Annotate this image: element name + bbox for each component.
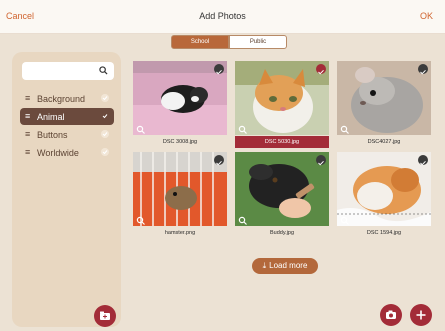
ok-button[interactable]: OK [420, 11, 433, 21]
check-icon[interactable] [316, 155, 326, 166]
top-bar: Cancel Add Photos OK [0, 0, 445, 34]
check-icon[interactable] [214, 155, 224, 166]
photo-caption: Buddy.jpg [269, 230, 295, 236]
category-item-worldwide[interactable]: ≡ Worldwide [20, 144, 114, 161]
photo-thumbnail [337, 152, 431, 226]
zoom-icon[interactable] [238, 122, 248, 134]
check-icon [101, 112, 109, 120]
segment-bar: School Public [0, 34, 445, 52]
photo-thumbnail [235, 61, 329, 135]
segment-school[interactable]: School [171, 35, 229, 49]
category-item-buttons[interactable]: ≡ Buttons [20, 126, 114, 143]
category-item-background[interactable]: ≡ Background [20, 90, 114, 107]
category-label: Animal [37, 112, 65, 122]
camera-icon [386, 310, 396, 319]
category-item-animal[interactable]: ≡ Animal [20, 108, 114, 125]
photo-thumbnail [133, 152, 227, 226]
photo-thumbnail [133, 61, 227, 135]
zoom-icon[interactable] [136, 213, 146, 225]
photo-thumbnail [337, 61, 431, 135]
zoom-icon[interactable] [340, 213, 350, 225]
check-icon [101, 130, 109, 138]
segment-public[interactable]: Public [229, 35, 287, 49]
check-icon [101, 94, 109, 102]
photo-thumbnail [235, 152, 329, 226]
check-icon[interactable] [316, 64, 326, 75]
photo-caption: DSC 5030.jpg [235, 136, 329, 148]
add-button[interactable] [410, 304, 432, 326]
photo-caption: DSC 3008.jpg [162, 139, 198, 145]
zoom-icon[interactable] [238, 213, 248, 225]
photo-caption: DSC4027.jpg [367, 139, 401, 145]
check-icon[interactable] [418, 64, 428, 75]
page-title: Add Photos [199, 11, 246, 21]
camera-button[interactable] [380, 304, 402, 326]
photo-caption: DSC 1594.jpg [366, 230, 402, 236]
check-icon[interactable] [418, 155, 428, 166]
zoom-icon[interactable] [340, 122, 350, 134]
search-input[interactable] [22, 62, 114, 80]
plus-icon [416, 310, 426, 320]
check-icon[interactable] [214, 64, 224, 75]
folder-plus-icon [100, 311, 110, 320]
category-label: Worldwide [37, 148, 79, 158]
menu-icon: ≡ [25, 129, 31, 139]
load-more-label: Load more [269, 261, 308, 270]
load-more-button[interactable]: ⤓ Load more [252, 258, 318, 274]
download-icon: ⤓ [262, 261, 267, 270]
zoom-icon[interactable] [136, 122, 146, 134]
photo-grid: DSC 3008.jpg DSC 5030.jpg DSC4027.jpg ha… [122, 52, 445, 331]
check-icon [101, 148, 109, 156]
category-sidebar: ≡ Background ≡ Animal ≡ Buttons ≡ Worldw… [12, 52, 121, 327]
category-label: Background [37, 94, 86, 104]
add-folder-button[interactable] [94, 305, 116, 327]
category-label: Buttons [37, 130, 68, 140]
photo-caption: hamster.png [164, 230, 196, 236]
menu-icon: ≡ [25, 147, 31, 157]
menu-icon: ≡ [25, 111, 31, 121]
menu-icon: ≡ [25, 93, 31, 103]
search-icon [99, 66, 108, 75]
